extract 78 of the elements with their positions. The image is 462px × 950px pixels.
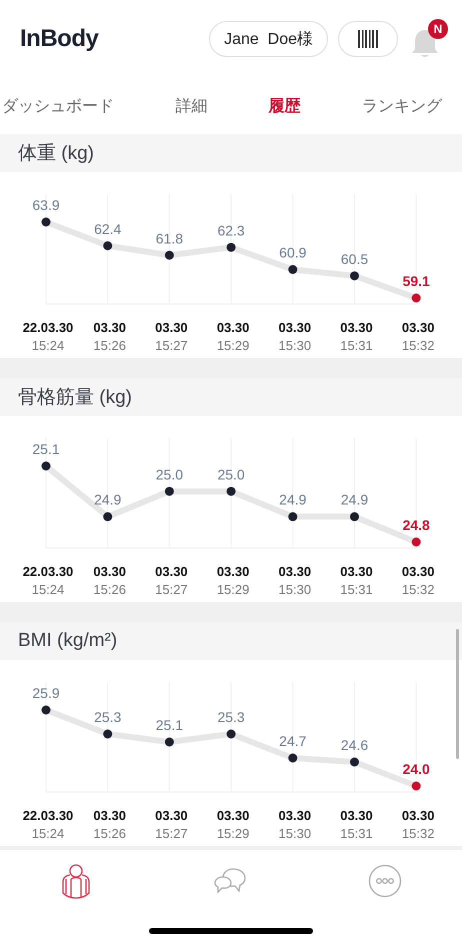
time-label: 15:26	[93, 582, 126, 597]
date-label: 03.30	[278, 808, 312, 823]
date-label: 03.30	[402, 320, 434, 335]
value-label: 24.9	[340, 492, 368, 508]
value-label: 24.8	[402, 517, 430, 533]
tab[interactable]: ダッシュボード	[2, 92, 134, 120]
time-label: 15:24	[32, 338, 64, 353]
time-label: 15:31	[340, 826, 373, 841]
time-label: 15:24	[32, 582, 64, 597]
value-label: 59.1	[402, 273, 430, 289]
value-label: 61.8	[156, 230, 184, 246]
value-label: 63.9	[32, 197, 60, 213]
time-label: 15:24	[32, 826, 64, 841]
date-label: 03.30	[340, 320, 373, 335]
time-label: 15:31	[340, 582, 373, 597]
time-label: 15:30	[278, 338, 312, 353]
tab[interactable]: 詳細	[175, 92, 228, 120]
time-label: 15:29	[216, 582, 250, 597]
value-label: 25.3	[217, 709, 245, 725]
date-label: 03.30	[216, 320, 250, 335]
date-label: 03.30	[216, 808, 250, 823]
value-label: 24.9	[94, 492, 122, 508]
user-button[interactable]: Jane Doe様	[209, 21, 328, 57]
date-label: 03.30	[340, 808, 373, 823]
tab[interactable]: 履歴	[268, 92, 321, 120]
time-label: 15:27	[155, 338, 188, 353]
value-label: 60.5	[340, 250, 368, 267]
date-label: 22.03.30	[22, 320, 74, 335]
time-label: 15:29	[216, 826, 250, 841]
date-label: 03.30	[278, 320, 312, 335]
date-label: 03.30	[216, 564, 250, 579]
date-label: 03.30	[155, 320, 188, 335]
time-label: 15:29	[216, 338, 250, 353]
section-title: 体重 (kg)	[18, 142, 94, 166]
value-label: 24.0	[402, 761, 430, 777]
value-label: 25.9	[32, 685, 60, 701]
time-label: 15:30	[278, 582, 312, 597]
date-label: 03.30	[402, 564, 434, 579]
value-label: 25.3	[94, 709, 122, 725]
more-icon	[368, 864, 402, 898]
time-label: 15:32	[402, 338, 434, 353]
date-label: 03.30	[402, 808, 434, 823]
date-label: 03.30	[93, 564, 126, 579]
chat-icon	[212, 867, 247, 895]
time-label: 15:26	[93, 826, 126, 841]
date-label: 03.30	[93, 320, 126, 335]
logo: InBody	[20, 25, 98, 53]
value-label: 60.9	[279, 244, 306, 260]
barcode-button[interactable]	[338, 21, 398, 57]
time-label: 15:27	[155, 582, 188, 597]
date-label: 22.03.30	[22, 808, 74, 823]
value-label: 24.6	[340, 737, 368, 753]
section-title: 骨格筋量 (kg)	[18, 386, 132, 410]
value-label: 24.9	[279, 492, 306, 508]
value-label: 25.0	[156, 466, 184, 482]
person-icon	[60, 863, 92, 899]
date-label: 22.03.30	[22, 564, 74, 579]
value-label: 25.1	[32, 441, 60, 457]
value-label: 24.7	[279, 733, 306, 749]
time-label: 15:32	[402, 826, 434, 841]
date-label: 03.30	[155, 564, 188, 579]
notification-badge: N	[428, 19, 448, 39]
barcode-icon	[357, 29, 379, 49]
time-label: 15:31	[340, 338, 373, 353]
date-label: 03.30	[93, 808, 126, 823]
section-title: BMI (kg/m²)	[18, 630, 118, 652]
tab[interactable]: ランキング	[362, 92, 462, 120]
value-label: 62.4	[94, 220, 122, 237]
value-label: 62.3	[217, 222, 245, 238]
date-label: 03.30	[340, 564, 373, 579]
value-label: 25.0	[217, 466, 245, 482]
time-label: 15:27	[155, 826, 188, 841]
time-label: 15:26	[93, 338, 126, 353]
time-label: 15:30	[278, 826, 312, 841]
time-label: 15:32	[402, 582, 434, 597]
date-label: 03.30	[278, 564, 312, 579]
date-label: 03.30	[155, 808, 188, 823]
value-label: 25.1	[156, 717, 184, 733]
